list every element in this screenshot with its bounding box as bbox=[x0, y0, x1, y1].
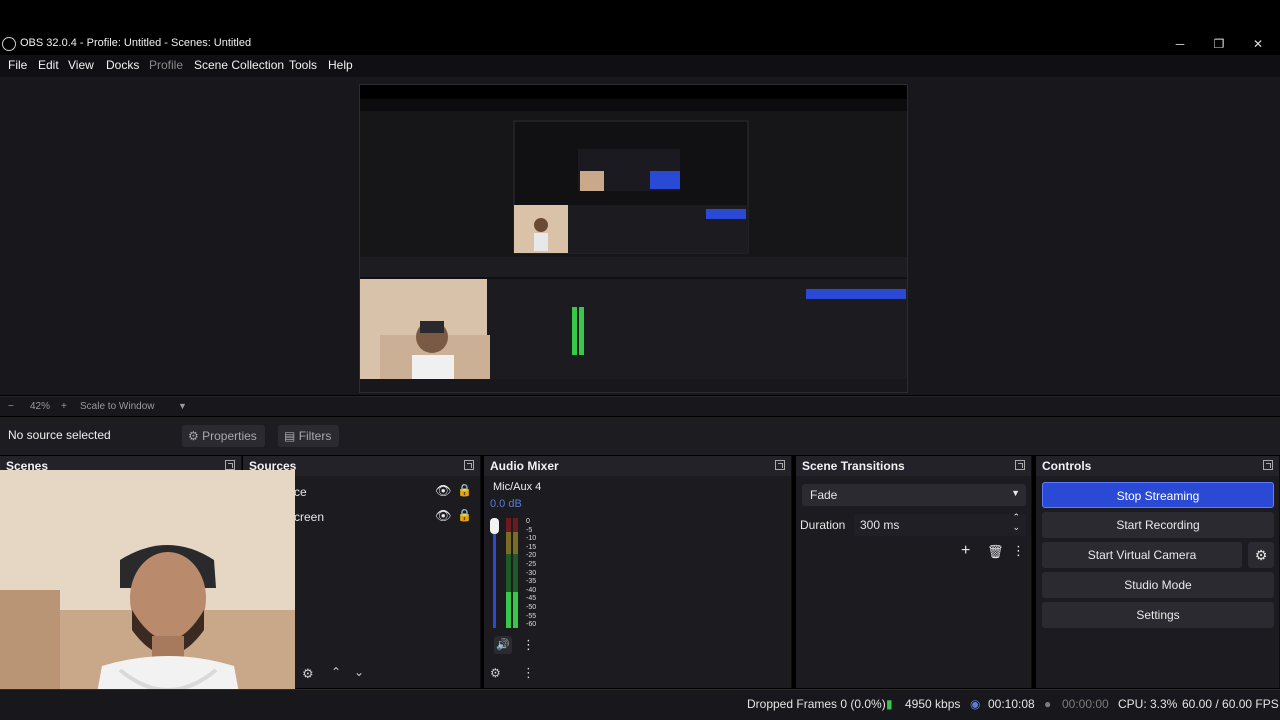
mixer-menu-icon[interactable]: ⋮ bbox=[522, 665, 535, 681]
menu-tools[interactable]: Tools bbox=[289, 58, 317, 72]
fps: 60.00 / 60.00 FPS bbox=[1182, 697, 1279, 711]
chevron-down-icon: ▼ bbox=[1011, 488, 1020, 498]
start-virtual-camera-button[interactable]: Start Virtual Camera bbox=[1042, 542, 1242, 568]
duration-input[interactable]: 300 ms ⌃ ⌄ bbox=[854, 512, 1026, 536]
menu-help[interactable]: Help bbox=[328, 58, 353, 72]
menu-docks[interactable]: Docks bbox=[106, 58, 139, 72]
lock-icon[interactable]: 🔒 bbox=[457, 483, 472, 497]
stop-streaming-button[interactable]: Stop Streaming bbox=[1042, 482, 1274, 508]
record-time: 00:00:00 bbox=[1062, 697, 1109, 711]
source-properties-icon[interactable]: ⚙ bbox=[302, 666, 314, 682]
settings-button[interactable]: Settings bbox=[1042, 602, 1274, 628]
duration-label: Duration bbox=[800, 518, 846, 532]
source-item-label: creen bbox=[294, 510, 325, 524]
virtual-camera-settings-gear-icon[interactable]: ⚙ bbox=[1248, 542, 1274, 568]
chevron-down-icon[interactable]: ▼ bbox=[178, 401, 187, 411]
cpu-usage: CPU: 3.3% bbox=[1118, 697, 1178, 711]
controls-header: Controls bbox=[1036, 456, 1279, 476]
visibility-eye-icon[interactable]: 👁 bbox=[435, 508, 452, 524]
duration-value: 300 ms bbox=[860, 518, 900, 532]
controls-dock: Controls Stop Streaming Start Recording … bbox=[1036, 456, 1280, 688]
source-toolbar: No source selected ⚙ Properties ▤ Filter… bbox=[0, 417, 1280, 455]
studio-mode-button[interactable]: Studio Mode bbox=[1042, 572, 1274, 598]
move-up-icon[interactable]: ⌃ bbox=[331, 665, 341, 679]
signal-bars-icon: ▮ bbox=[886, 697, 893, 711]
visibility-eye-icon[interactable]: 👁 bbox=[435, 483, 452, 499]
properties-button[interactable]: ⚙ Properties bbox=[182, 425, 265, 447]
source-status: No source selected bbox=[8, 428, 111, 442]
scene-transitions-title: Scene Transitions bbox=[802, 459, 905, 473]
trash-icon[interactable]: 🗑 bbox=[987, 544, 1004, 560]
volume-slider-track[interactable] bbox=[493, 518, 496, 628]
audio-mixer-dock: Audio Mixer Mic/Aux 4 0.0 dB 0 -5 -10 -15 -2… bbox=[484, 456, 792, 688]
status-bar: Dropped Frames 0 (0.0%) ▮ 4950 kbps ◉ 00… bbox=[0, 689, 1280, 720]
window-title: OBS 32.0.4 - Profile: Untitled - Scenes:… bbox=[20, 37, 252, 49]
advanced-audio-icon[interactable]: ⚙ bbox=[490, 666, 501, 680]
add-transition-icon[interactable]: + bbox=[961, 542, 970, 560]
source-item-label: ce bbox=[294, 485, 307, 499]
dropped-frames: Dropped Frames 0 (0.0%) bbox=[747, 697, 886, 711]
minimize-icon[interactable]: ─ bbox=[1172, 36, 1188, 52]
controls-title: Controls bbox=[1042, 459, 1092, 473]
scene-transitions-dock: Scene Transitions Fade ▼ Duration 300 ms… bbox=[796, 456, 1032, 688]
popout-icon[interactable] bbox=[1015, 460, 1025, 470]
spin-down-icon[interactable]: ⌄ bbox=[1012, 522, 1020, 533]
popout-icon[interactable] bbox=[464, 460, 474, 470]
audio-channel-name: Mic/Aux 4 bbox=[493, 481, 542, 493]
audio-level-meter bbox=[506, 518, 520, 628]
zoom-out-button[interactable]: − bbox=[8, 401, 14, 412]
scale-mode-select[interactable]: Scale to Window bbox=[80, 401, 154, 412]
webcam-overlay bbox=[0, 470, 295, 720]
menu-edit[interactable]: Edit bbox=[38, 58, 59, 72]
audio-mixer-title: Audio Mixer bbox=[490, 459, 559, 473]
audio-mixer-header: Audio Mixer bbox=[484, 456, 791, 476]
menu-profile[interactable]: Profile bbox=[149, 58, 183, 72]
channel-menu-icon[interactable]: ⋮ bbox=[522, 637, 535, 653]
volume-slider-handle[interactable] bbox=[490, 518, 499, 534]
title-bar: OBS 32.0.4 - Profile: Untitled - Scenes:… bbox=[0, 34, 1280, 54]
filters-button[interactable]: ▤ Filters bbox=[278, 425, 340, 447]
maximize-icon[interactable]: ❐ bbox=[1211, 36, 1227, 52]
bitrate: 4950 kbps bbox=[905, 697, 961, 711]
zoom-bar: − 42% + Scale to Window ▼ bbox=[0, 396, 1280, 416]
obs-logo-icon bbox=[2, 37, 16, 51]
filters-label: Filters bbox=[298, 429, 332, 443]
menu-file[interactable]: File bbox=[8, 58, 27, 72]
scene-transitions-header: Scene Transitions bbox=[796, 456, 1031, 476]
transition-select[interactable]: Fade ▼ bbox=[802, 484, 1026, 506]
lock-icon[interactable]: 🔒 bbox=[457, 508, 472, 522]
audio-db-value: 0.0 dB bbox=[490, 498, 522, 510]
start-recording-button[interactable]: Start Recording bbox=[1042, 512, 1274, 538]
popout-icon[interactable] bbox=[775, 460, 785, 470]
preview-canvas[interactable] bbox=[359, 84, 908, 393]
close-icon[interactable]: ✕ bbox=[1250, 36, 1266, 52]
popout-icon[interactable] bbox=[225, 460, 235, 470]
zoom-value: 42% bbox=[30, 401, 51, 412]
popout-icon[interactable] bbox=[1263, 460, 1273, 470]
mute-speaker-icon[interactable]: 🔊 bbox=[494, 636, 512, 654]
nested-preview-image bbox=[360, 85, 907, 392]
transition-menu-icon[interactable]: ⋮ bbox=[1012, 543, 1025, 559]
filter-icon: ▤ bbox=[284, 429, 296, 443]
menu-view[interactable]: View bbox=[68, 58, 94, 72]
zoom-in-button[interactable]: + bbox=[61, 401, 67, 412]
record-icon: ● bbox=[1044, 697, 1052, 711]
menu-scene-collection[interactable]: Scene Collection bbox=[194, 58, 284, 72]
menu-bar: File Edit View Docks Profile Scene Colle… bbox=[0, 55, 1280, 77]
transition-selected: Fade bbox=[810, 488, 838, 502]
webcam-image bbox=[0, 470, 295, 720]
stream-time: 00:10:08 bbox=[988, 697, 1035, 711]
gear-icon: ⚙ bbox=[188, 429, 199, 443]
streaming-icon: ◉ bbox=[970, 697, 981, 711]
move-down-icon[interactable]: ⌄ bbox=[354, 665, 364, 679]
properties-label: Properties bbox=[202, 429, 257, 443]
meter-scale: 0 -5 -10 -15 -20 -25 -30 -35 -40 -45 -50 -55 -60 bbox=[526, 518, 537, 629]
